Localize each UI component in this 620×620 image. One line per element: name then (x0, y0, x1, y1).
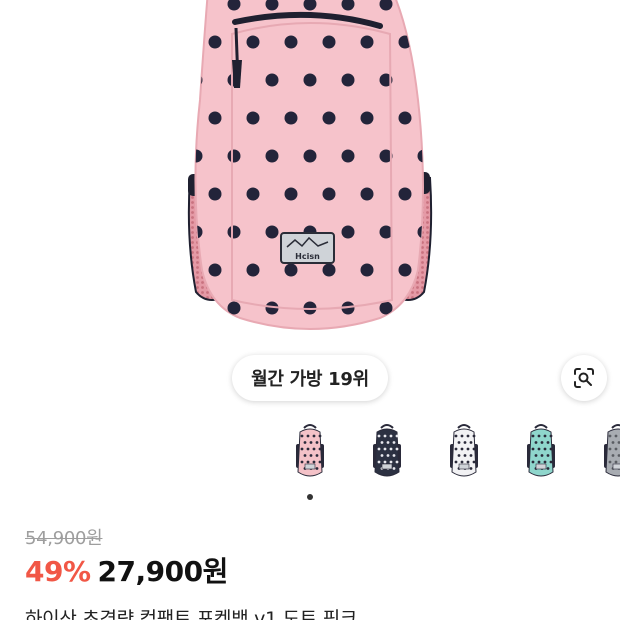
product-image[interactable]: Hcisn (0, 0, 620, 345)
discount-rate: 49% (25, 555, 91, 588)
image-search-icon (574, 368, 594, 388)
color-thumbnail-gray[interactable] (598, 422, 620, 484)
backpack-illustration: Hcisn (187, 0, 433, 330)
product-title: 하이산 초경량 컴팩트 포켓백 v1 도트 핑크 (25, 608, 358, 620)
color-thumbnail-white[interactable] (444, 422, 484, 484)
color-thumbnail-mint[interactable] (521, 422, 561, 484)
original-price: 54,900원 (25, 528, 103, 549)
color-thumbnails (290, 422, 620, 486)
sale-price: 27,900원 (97, 555, 229, 588)
svg-text:Hcisn: Hcisn (295, 252, 320, 261)
image-search-button[interactable] (561, 355, 607, 401)
carousel-indicator (307, 494, 313, 500)
color-thumbnail-pink[interactable] (290, 422, 330, 484)
price-row: 49% 27,900원 (25, 550, 228, 590)
monthly-rank-badge[interactable]: 월간 가방 19위 (232, 355, 388, 401)
color-thumbnail-navy[interactable] (367, 422, 407, 484)
